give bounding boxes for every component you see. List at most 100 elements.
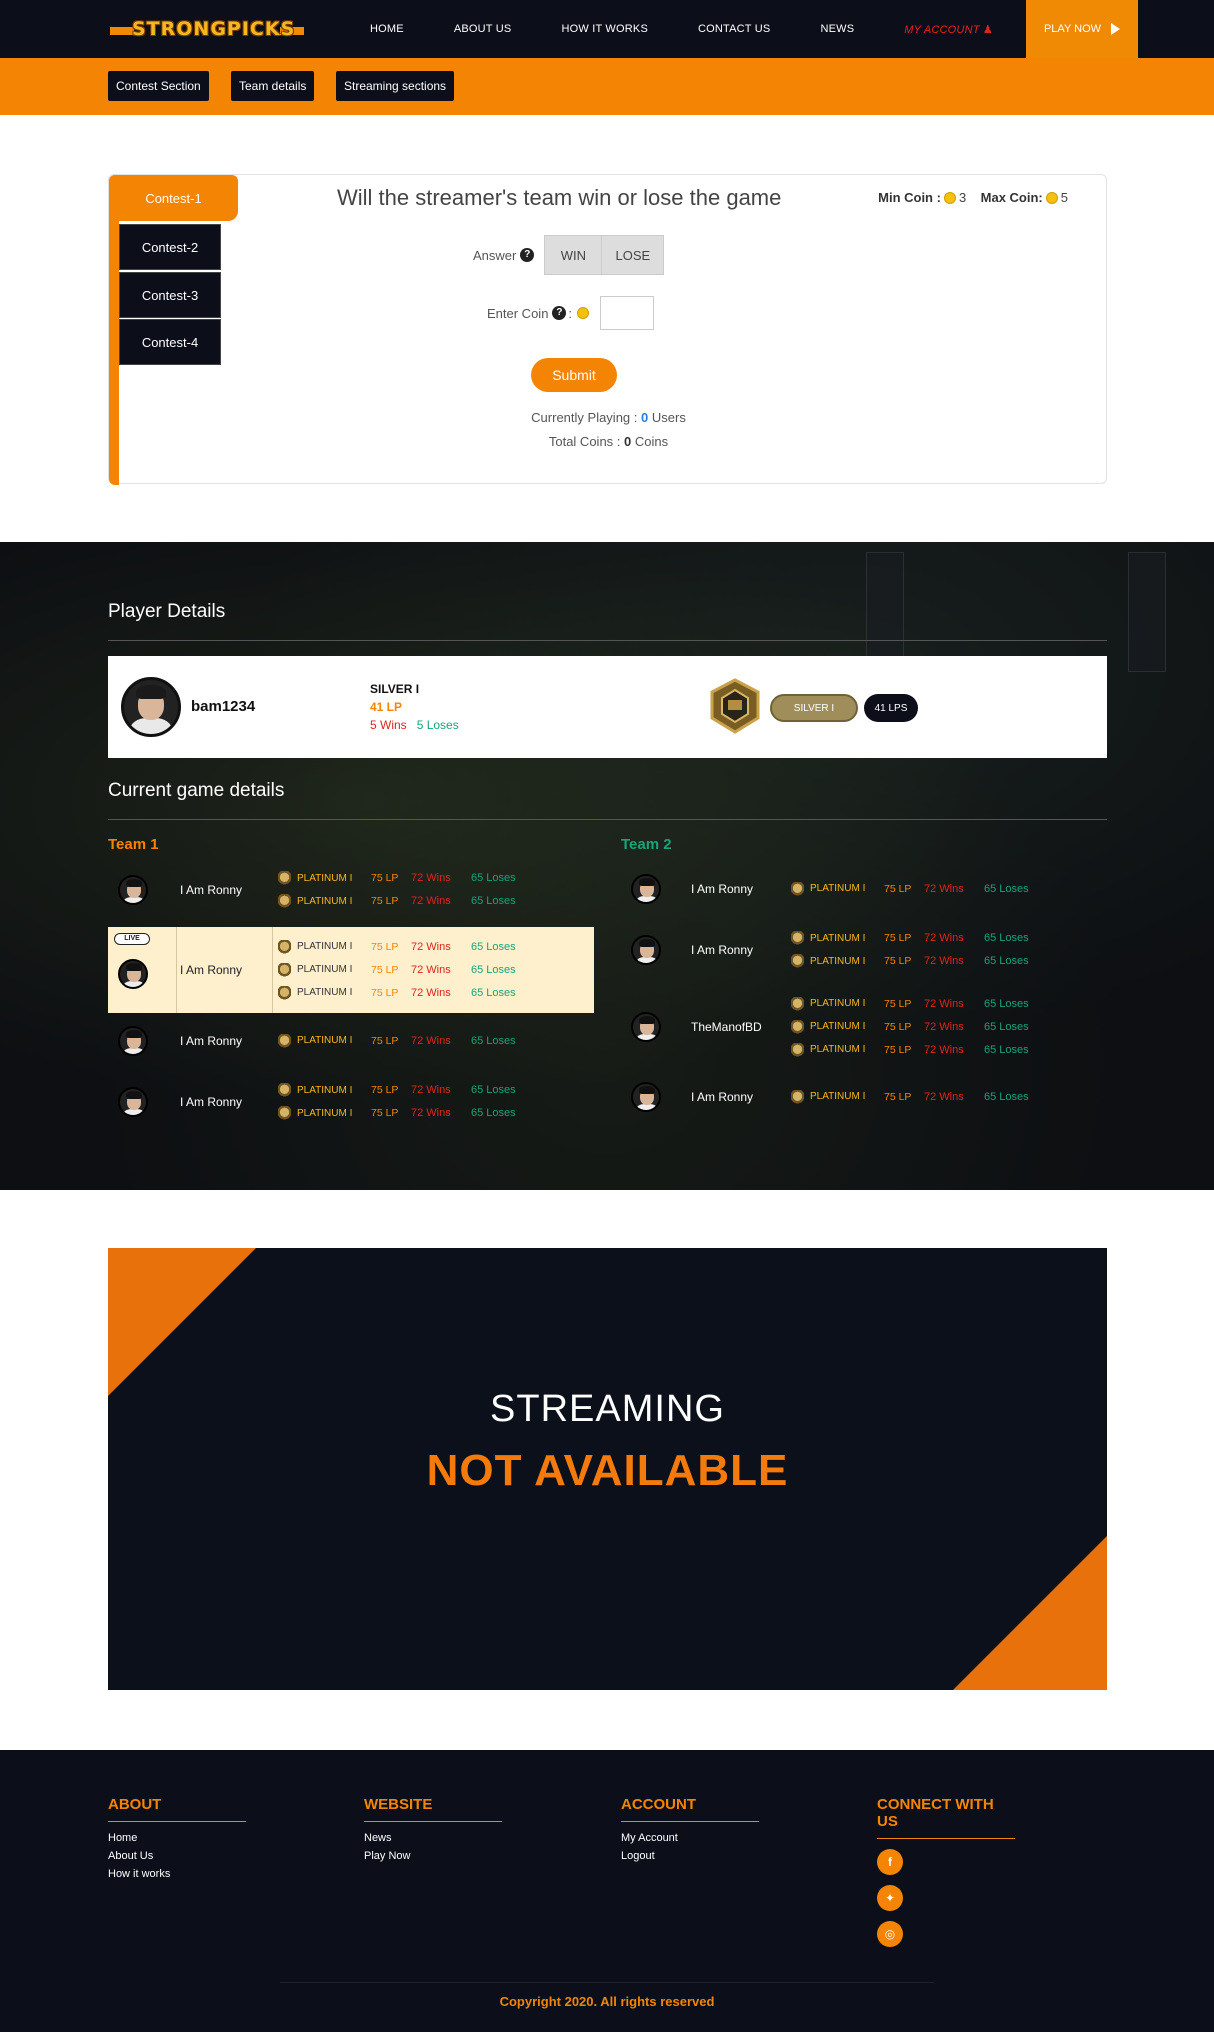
nav-contact[interactable]: CONTACT US	[698, 23, 771, 35]
footer-link-about[interactable]: About Us	[108, 1850, 246, 1862]
stat-rank: PLATINUM I	[810, 932, 866, 944]
nav-home[interactable]: HOME	[370, 23, 404, 35]
rank-badge: SILVER I	[770, 694, 858, 722]
tab-contest-1[interactable]: Contest-1	[109, 175, 238, 221]
footer-link-how[interactable]: How it works	[108, 1868, 246, 1880]
coin-input[interactable]	[600, 296, 655, 330]
stat-rank: PLATINUM I	[297, 1107, 353, 1119]
stat-loses: 65 Loses	[984, 932, 1029, 944]
submit-button[interactable]: Submit	[531, 358, 617, 392]
lose-button[interactable]: LOSE	[602, 235, 665, 275]
twitter-icon[interactable]: ✦	[877, 1885, 903, 1911]
player-wins: 5 Wins	[370, 718, 407, 732]
nav-news[interactable]: NEWS	[820, 23, 854, 35]
team-details-button[interactable]: Team details	[231, 71, 315, 101]
lp-badge: 41 LPS	[864, 694, 918, 722]
play-now-button[interactable]: PLAY NOW	[1026, 0, 1138, 58]
facebook-icon[interactable]: f	[877, 1849, 903, 1875]
player-avatar	[121, 677, 181, 737]
player-stat-line: PLATINUM I 75 LP 72 Wins 65 Loses	[791, 881, 1029, 896]
footer-link-home[interactable]: Home	[108, 1832, 246, 1844]
rank-emblem-icon	[278, 1106, 291, 1120]
tab-contest-2[interactable]: Contest-2	[119, 224, 221, 270]
player-avatar	[118, 959, 148, 989]
player-avatar	[631, 1082, 661, 1112]
contest-section-button[interactable]: Contest Section	[108, 71, 209, 101]
team-player-name: I Am Ronny	[180, 1095, 243, 1109]
background-banner	[866, 552, 904, 672]
stat-loses: 65 Loses	[471, 986, 516, 999]
player-avatar	[118, 1026, 148, 1056]
stat-loses: 65 Loses	[984, 955, 1029, 967]
stat-lp: 75 LP	[884, 882, 912, 895]
tab-contest-4[interactable]: Contest-4	[119, 319, 221, 365]
stat-lp: 75 LP	[884, 1020, 912, 1033]
stat-lp: 75 LP	[884, 997, 912, 1010]
nav-my-account[interactable]: MY ACCOUNT ♟	[904, 23, 993, 36]
instagram-icon[interactable]: ◎	[877, 1921, 903, 1947]
stat-wins: 72 Wins	[924, 932, 964, 944]
stat-loses: 65 Loses	[471, 872, 516, 884]
team-player-name: I Am Ronny	[691, 1090, 754, 1104]
stat-wins: 72 Wins	[411, 986, 451, 999]
total-count: 0	[624, 434, 632, 449]
player-row: TheManofBD PLATINUM I 75 LP 72 Wins 65 Loses…	[621, 982, 1107, 1072]
player-stat-line: PLATINUM I 75 LP 72 Wins 65 Loses	[791, 1042, 1029, 1057]
stat-rank: PLATINUM I	[297, 941, 353, 952]
team-player-name: I Am Ronny	[691, 943, 754, 957]
currently-playing: Currently Playing : 0 Users	[109, 410, 1108, 425]
stat-lp: 75 LP	[371, 963, 399, 976]
rank-emblem-icon	[278, 1083, 291, 1097]
stat-rank: PLATINUM I	[810, 1021, 866, 1032]
stat-lp: 75 LP	[371, 1107, 399, 1119]
stat-lp: 75 LP	[371, 1084, 399, 1096]
player-rank-block: SILVER I 41 LP 5 Wins 5 Loses	[370, 680, 459, 734]
footer-link-logout[interactable]: Logout	[621, 1850, 759, 1862]
tab-contest-3[interactable]: Contest-3	[119, 272, 221, 318]
divider	[108, 640, 1107, 641]
stat-rank: PLATINUM I	[810, 955, 866, 967]
player-stat-line: PLATINUM I 75 LP 72 Wins 65 Loses	[278, 939, 516, 954]
player-stat-line: PLATINUM I 75 LP 72 Wins 65 Loses	[791, 1089, 1029, 1104]
playing-count: 0	[641, 410, 649, 425]
stat-rank: PLATINUM I	[297, 964, 353, 975]
player-loses: 5 Loses	[416, 718, 459, 732]
coin-icon	[943, 192, 956, 204]
max-coin-value: 5	[1060, 190, 1068, 205]
site-logo[interactable]: STRONGPICKS	[110, 18, 304, 42]
my-account-label: MY ACCOUNT	[904, 23, 980, 36]
footer-account-title: ACCOUNT	[621, 1796, 759, 1822]
logo-text: STRONGPICKS	[132, 18, 296, 40]
stat-wins: 72 Wins	[411, 1107, 451, 1119]
footer-link-play[interactable]: Play Now	[364, 1850, 502, 1862]
stat-loses: 65 Loses	[471, 1034, 516, 1047]
help-icon[interactable]: ?	[520, 248, 535, 262]
help-icon[interactable]: ?	[552, 306, 567, 320]
stat-rank: PLATINUM I	[297, 895, 353, 907]
footer-link-my-account[interactable]: My Account	[621, 1832, 759, 1844]
stat-lp: 75 LP	[884, 955, 912, 967]
playing-label: Currently Playing :	[531, 410, 638, 425]
footer-website-title: WEBSITE	[364, 1796, 502, 1822]
stat-lp: 75 LP	[884, 1090, 912, 1103]
footer-link-news[interactable]: News	[364, 1832, 502, 1844]
player-row: I Am Ronny PLATINUM I 75 LP 72 Wins 65 Loses…	[108, 1074, 594, 1130]
stat-wins: 72 Wins	[411, 1084, 451, 1096]
nav-how-it-works[interactable]: HOW IT WORKS	[561, 23, 648, 35]
player-stat-line: PLATINUM I 75 LP 72 Wins 65 Loses	[278, 962, 516, 977]
min-coin-value: 3	[958, 190, 967, 205]
stat-wins: 72 Wins	[411, 963, 451, 976]
win-button[interactable]: WIN	[544, 235, 603, 275]
streaming-sections-button[interactable]: Streaming sections	[336, 71, 455, 101]
main-menu: HOME ABOUT US HOW IT WORKS CONTACT US NE…	[370, 0, 1043, 58]
stat-rank: PLATINUM I	[810, 998, 866, 1009]
coin-limits: Min Coin : 3 Max Coin: 5	[878, 190, 1068, 205]
rank-emblem-icon	[278, 962, 291, 977]
play-now-label: PLAY NOW	[1043, 23, 1102, 35]
nav-about[interactable]: ABOUT US	[454, 23, 512, 35]
section-subnav: Contest Section Team details Streaming s…	[0, 58, 1214, 115]
footer-website: WEBSITE News Play Now	[364, 1796, 502, 1868]
footer-about-title: ABOUT	[108, 1796, 246, 1822]
player-avatar	[118, 1087, 148, 1117]
footer-about: ABOUT Home About Us How it works	[108, 1796, 246, 1886]
